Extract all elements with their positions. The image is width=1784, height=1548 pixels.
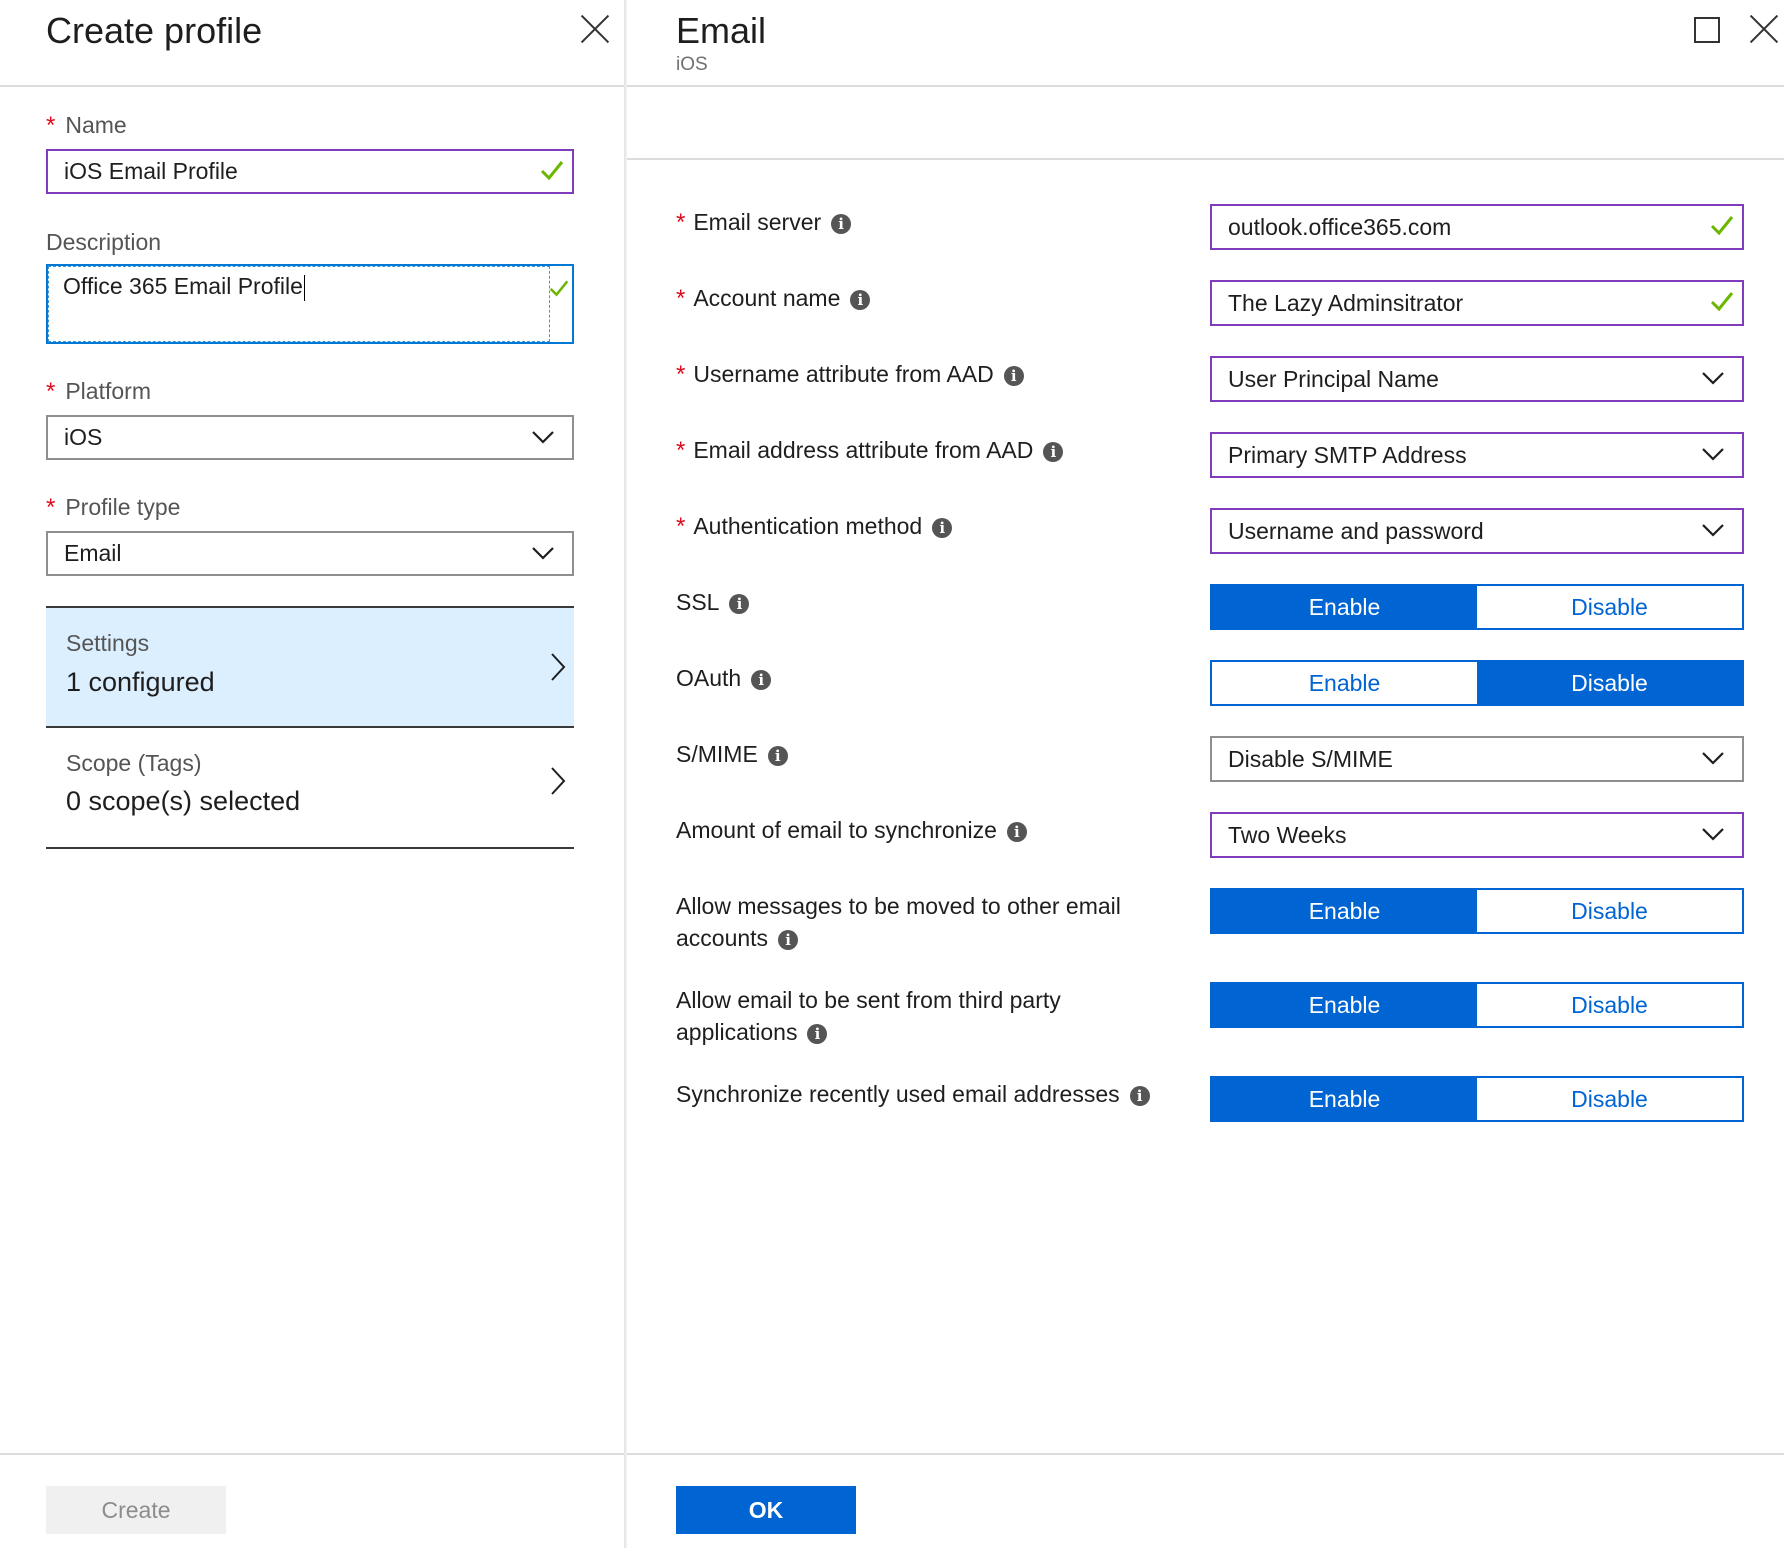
- chevron-down-icon: [1702, 448, 1724, 461]
- ssl-disable-option[interactable]: Disable: [1477, 586, 1742, 628]
- info-icon[interactable]: i: [1043, 441, 1064, 462]
- account-name-label: * Account name i: [676, 282, 871, 315]
- sync-recent-disable-option[interactable]: Disable: [1477, 1078, 1742, 1120]
- description-text-area[interactable]: Office 365 Email Profile: [48, 266, 550, 342]
- chevron-down-icon: [532, 430, 554, 444]
- blade-title: Email: [676, 10, 767, 51]
- chevron-down-icon: [1702, 828, 1724, 841]
- email-server-label: * Email server i: [676, 206, 852, 239]
- info-icon[interactable]: i: [1129, 1085, 1150, 1106]
- scope-value: 0 scope(s) selected: [66, 786, 301, 816]
- info-icon[interactable]: i: [932, 517, 953, 538]
- check-icon: [540, 160, 564, 180]
- auth-method-select[interactable]: Username and password: [1210, 508, 1744, 554]
- allow-move-enable-option[interactable]: Enable: [1212, 890, 1477, 932]
- oauth-toggle[interactable]: Enable Disable: [1210, 660, 1744, 706]
- sync-recent-label: Synchronize recently used email addresse…: [676, 1078, 1150, 1110]
- footer-divider: [627, 1453, 1784, 1455]
- info-icon[interactable]: i: [778, 929, 799, 950]
- description-label: Description: [46, 229, 162, 255]
- oauth-enable-option[interactable]: Enable: [1212, 662, 1477, 704]
- info-icon[interactable]: i: [807, 1023, 828, 1044]
- allow-move-toggle[interactable]: Enable Disable: [1210, 888, 1744, 934]
- profile-type-label: * Profile type: [46, 494, 181, 521]
- auth-method-label: * Authentication method i: [676, 510, 953, 543]
- footer-divider: [0, 1453, 624, 1455]
- check-icon: [1710, 216, 1734, 236]
- smime-select[interactable]: Disable S/MIME: [1210, 736, 1744, 782]
- email-attribute-select[interactable]: Primary SMTP Address: [1210, 432, 1744, 478]
- settings-value: 1 configured: [66, 667, 215, 697]
- account-name-input[interactable]: The Lazy Adminsitrator: [1210, 280, 1744, 326]
- sync-recent-enable-option[interactable]: Enable: [1212, 1078, 1477, 1120]
- info-icon[interactable]: i: [767, 745, 788, 766]
- info-icon[interactable]: i: [751, 669, 772, 690]
- sync-amount-label: Amount of email to synchronize i: [676, 814, 1027, 846]
- name-field[interactable]: iOS Email Profile: [46, 149, 574, 194]
- third-party-disable-option[interactable]: Disable: [1477, 984, 1742, 1026]
- third-party-enable-option[interactable]: Enable: [1212, 984, 1477, 1026]
- create-button[interactable]: Create: [46, 1486, 226, 1534]
- chevron-right-icon: [551, 653, 566, 681]
- allow-move-label: Allow messages to be moved to other emai…: [676, 893, 1121, 951]
- description-field[interactable]: Office 365 Email Profile: [46, 264, 574, 344]
- blade-subtitle: iOS: [676, 54, 708, 75]
- chevron-down-icon: [1702, 372, 1724, 385]
- platform-label: * Platform: [46, 378, 151, 405]
- scope-label: Scope (Tags): [66, 750, 202, 776]
- ok-button[interactable]: OK: [676, 1486, 856, 1534]
- third-party-toggle[interactable]: Enable Disable: [1210, 982, 1744, 1028]
- create-profile-blade: Create profile * Name iOS Email Profile D…: [0, 0, 624, 1548]
- chevron-down-icon: [1702, 752, 1724, 765]
- username-attribute-label: * Username attribute from AAD i: [676, 358, 1024, 391]
- chevron-right-icon: [551, 767, 566, 795]
- email-server-input[interactable]: outlook.office365.com: [1210, 204, 1744, 250]
- settings-nav-row[interactable]: Settings 1 configured: [46, 606, 574, 728]
- smime-label: S/MIME i: [676, 738, 788, 770]
- oauth-label: OAuth i: [676, 662, 772, 694]
- chevron-down-icon: [1702, 524, 1724, 537]
- info-icon[interactable]: i: [729, 593, 750, 614]
- third-party-label: Allow email to be sent from third party …: [676, 987, 1061, 1045]
- settings-label: Settings: [66, 630, 150, 656]
- check-icon: [1710, 292, 1734, 312]
- info-icon[interactable]: i: [850, 289, 871, 310]
- ssl-enable-option[interactable]: Enable: [1212, 586, 1477, 628]
- chevron-down-icon: [532, 546, 554, 560]
- toolbar-divider: [627, 158, 1784, 160]
- scope-nav-row[interactable]: Scope (Tags) 0 scope(s) selected: [46, 728, 574, 849]
- profile-type-select[interactable]: Email: [46, 531, 574, 576]
- ssl-label: SSL i: [676, 586, 750, 618]
- sync-amount-select[interactable]: Two Weeks: [1210, 812, 1744, 858]
- info-icon[interactable]: i: [1006, 821, 1027, 842]
- email-attribute-label: * Email address attribute from AAD i: [676, 434, 1064, 467]
- header-divider: [627, 85, 1784, 87]
- check-icon: [549, 280, 569, 297]
- sync-recent-toggle[interactable]: Enable Disable: [1210, 1076, 1744, 1122]
- maximize-icon[interactable]: [1694, 17, 1720, 43]
- close-icon[interactable]: [580, 14, 610, 44]
- name-label: * Name: [46, 112, 127, 139]
- username-attribute-select[interactable]: User Principal Name: [1210, 356, 1744, 402]
- blade-title: Create profile: [46, 10, 263, 51]
- ssl-toggle[interactable]: Enable Disable: [1210, 584, 1744, 630]
- oauth-disable-option[interactable]: Disable: [1477, 662, 1742, 704]
- allow-move-disable-option[interactable]: Disable: [1477, 890, 1742, 932]
- platform-select[interactable]: iOS: [46, 415, 574, 460]
- header-divider: [0, 85, 624, 87]
- close-icon[interactable]: [1749, 14, 1779, 44]
- info-icon[interactable]: i: [1003, 365, 1024, 386]
- info-icon[interactable]: i: [831, 213, 852, 234]
